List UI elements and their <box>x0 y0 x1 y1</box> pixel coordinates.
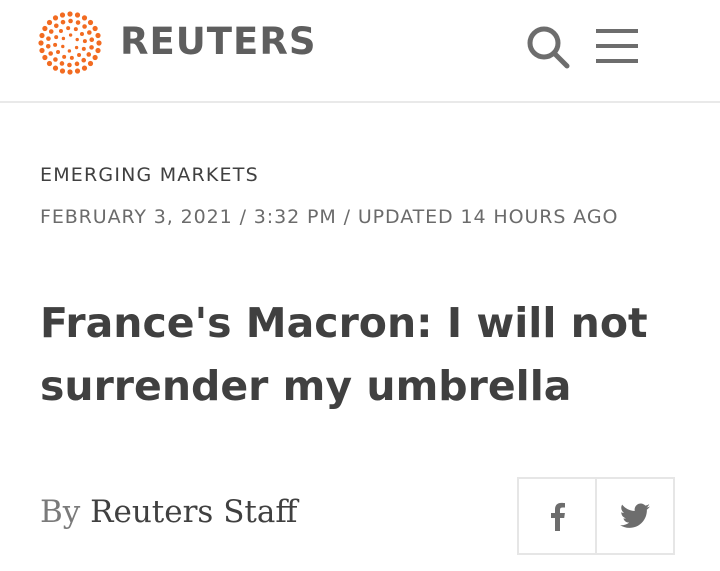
logo-dot <box>69 55 74 60</box>
logo-dot <box>62 54 67 59</box>
article-byline: By Reuters Staff <box>40 494 297 530</box>
logo-dot <box>95 47 101 54</box>
logo-dot <box>75 20 81 25</box>
logo-dot <box>39 47 45 54</box>
logo-dot <box>86 52 92 57</box>
logo-dot <box>56 50 61 55</box>
logo-dot <box>74 12 81 18</box>
logo-dot <box>46 19 53 26</box>
logo-dot <box>75 37 79 42</box>
logo-dot <box>42 25 48 32</box>
article-headline: France's Macron: I will not surrender my… <box>40 299 648 410</box>
section-label[interactable]: EMERGING MARKETS <box>40 164 259 186</box>
logo-dot <box>61 36 66 41</box>
logo-dot <box>66 26 71 31</box>
menu-button[interactable] <box>594 26 640 66</box>
share-buttons <box>517 477 675 555</box>
search-icon <box>527 26 570 69</box>
logo-dot <box>74 68 81 74</box>
logo-dot <box>42 54 48 61</box>
logo-dot <box>92 25 98 32</box>
logo-dot <box>67 11 73 17</box>
menu-icon <box>596 29 638 63</box>
facebook-icon <box>551 502 565 531</box>
site-header: REUTERS <box>0 0 720 103</box>
logo-dot <box>48 29 54 34</box>
logo-dot <box>73 27 78 32</box>
reuters-logo-icon[interactable] <box>38 11 102 75</box>
logo-dot <box>89 45 94 50</box>
logo-dot <box>87 30 92 35</box>
logo-dot <box>52 65 59 71</box>
logo-dot <box>52 15 59 21</box>
logo-dot <box>68 33 73 37</box>
logo-dot <box>81 65 88 71</box>
logo-dot <box>81 15 88 21</box>
logo-dot <box>92 54 98 61</box>
logo-dot <box>89 37 95 43</box>
facebook-share-button[interactable] <box>519 479 595 553</box>
logo-dot <box>68 18 73 24</box>
logo-dot <box>45 43 51 49</box>
byline-author[interactable]: Reuters Staff <box>90 494 297 530</box>
logo-dot <box>53 42 58 47</box>
byline-prefix: By <box>40 494 81 530</box>
logo-dot <box>81 46 86 51</box>
logo-dot <box>61 44 65 49</box>
article-dateline: FEBRUARY 3, 2021 / 3:32 PM / UPDATED 14 … <box>40 206 619 228</box>
logo-dot <box>95 32 101 39</box>
logo-dot <box>96 40 102 46</box>
logo-dot <box>87 60 94 67</box>
logo-dot <box>46 60 53 67</box>
logo-dot <box>79 31 84 36</box>
logo-dot <box>53 23 59 29</box>
logo-dot <box>48 51 53 56</box>
logo-dot <box>82 39 87 44</box>
logo-dot <box>38 40 44 46</box>
logo-dot <box>58 29 63 34</box>
logo-dot <box>67 49 72 53</box>
logo-dot <box>39 32 45 39</box>
logo-dot <box>46 36 51 41</box>
logo-dot <box>74 61 80 67</box>
logo-dot <box>87 19 94 26</box>
brand-wordmark[interactable]: REUTERS <box>120 20 316 64</box>
logo-dot <box>59 12 66 18</box>
logo-dot <box>74 45 79 50</box>
logo-dot <box>59 61 65 66</box>
logo-dot <box>82 24 87 29</box>
logo-dot <box>77 52 82 57</box>
logo-dot <box>60 19 66 25</box>
logo-dot <box>59 68 66 74</box>
search-button[interactable] <box>525 24 571 70</box>
logo-dot <box>54 35 59 40</box>
logo-dot <box>67 62 72 68</box>
logo-dot <box>67 69 73 75</box>
logo-dot <box>81 57 87 63</box>
twitter-share-button[interactable] <box>595 479 673 553</box>
logo-dot <box>53 57 58 62</box>
twitter-icon <box>620 503 650 528</box>
